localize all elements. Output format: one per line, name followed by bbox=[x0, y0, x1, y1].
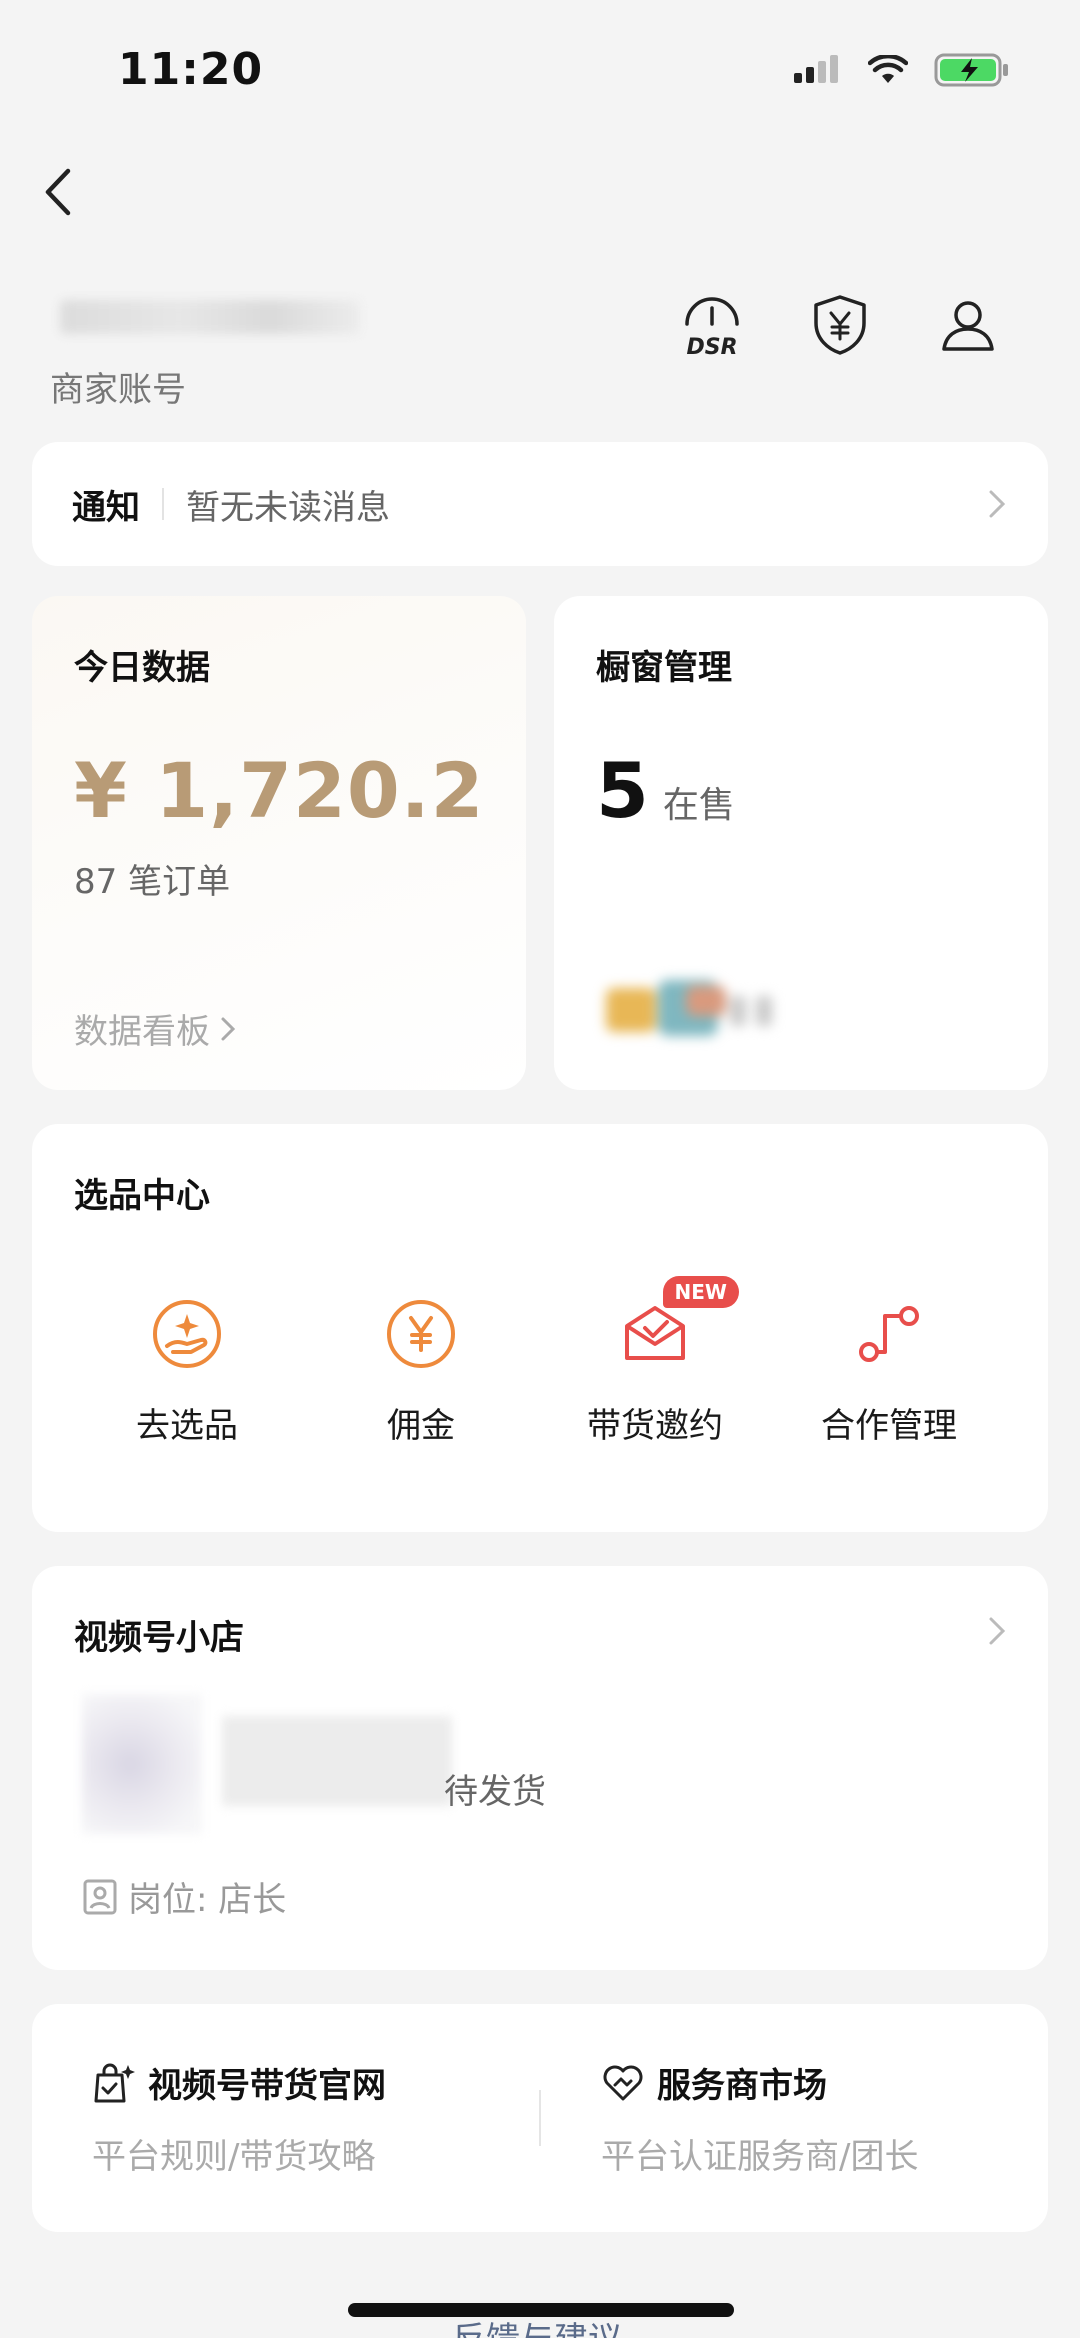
notice-divider bbox=[162, 488, 164, 520]
status-icons bbox=[792, 52, 1010, 88]
today-amount: ¥ 1,720.2 bbox=[74, 746, 485, 835]
links-card: 视频号带货官网 平台规则/带货攻略 服务商市场 平台认证服务商/团长 bbox=[32, 2004, 1048, 2232]
picker-item-commission[interactable]: 佣金 bbox=[304, 1294, 538, 1447]
official-site-title-row: 视频号带货官网 bbox=[92, 2058, 539, 2107]
dsr-button[interactable]: DSR bbox=[648, 285, 776, 365]
notice-card[interactable]: 通知 暂无未读消息 bbox=[32, 442, 1048, 566]
on-sale-stat: 5 在售 bbox=[596, 746, 735, 835]
envelope-check-icon: NEW bbox=[615, 1276, 739, 1374]
shop-role: 岗位: 店长 bbox=[82, 1872, 286, 1921]
showcase-title: 橱窗管理 bbox=[596, 648, 732, 688]
service-market-link[interactable]: 服务商市场 平台认证服务商/团长 bbox=[541, 2058, 1048, 2178]
picker-item-label: 去选品 bbox=[136, 1406, 238, 1446]
channels-shop-card[interactable]: 视频号小店 待发货 岗位: 店长 bbox=[32, 1566, 1048, 1970]
chevron-right-icon bbox=[989, 490, 1006, 518]
today-data-card[interactable]: 今日数据 ¥ 1,720.2 87 笔订单 数据看板 bbox=[32, 596, 526, 1090]
showcase-card[interactable]: 橱窗管理 5 在售 bbox=[554, 596, 1048, 1090]
picker-title: 选品中心 bbox=[74, 1176, 210, 1216]
notice-text: 暂无未读消息 bbox=[186, 487, 390, 528]
back-icon[interactable] bbox=[38, 165, 78, 219]
today-orders: 87 笔订单 bbox=[74, 862, 231, 902]
profile-button[interactable] bbox=[904, 285, 1032, 365]
home-indicator[interactable] bbox=[348, 2303, 734, 2317]
picker-items: 去选品 佣金 NEW 带货邀约 合作管理 bbox=[32, 1276, 1048, 1447]
picker-item-select-products[interactable]: 去选品 bbox=[70, 1294, 304, 1447]
shop-avatar-redacted bbox=[82, 1694, 202, 1834]
picker-item-label: 佣金 bbox=[387, 1406, 455, 1446]
on-sale-label: 在售 bbox=[662, 785, 735, 826]
shop-name-redacted bbox=[222, 1716, 452, 1806]
heart-handshake-icon bbox=[603, 2065, 643, 2100]
route-nodes-icon bbox=[849, 1294, 929, 1374]
official-site-subtitle: 平台规则/带货攻略 bbox=[92, 2137, 376, 2177]
chevron-right-icon bbox=[221, 1017, 236, 1040]
data-dashboard-link[interactable]: 数据看板 bbox=[74, 1004, 236, 1053]
status-bar: 11:20 bbox=[0, 0, 1080, 140]
shop-role-label: 岗位: 店长 bbox=[128, 1880, 287, 1920]
shop-title: 视频号小店 bbox=[74, 1618, 244, 1658]
notice-title: 通知 bbox=[72, 487, 140, 528]
account-type-label: 商家账号 bbox=[50, 370, 186, 410]
on-sale-count: 5 bbox=[596, 746, 649, 835]
svg-text:DSR: DSR bbox=[686, 335, 737, 360]
chevron-right-icon bbox=[989, 1617, 1006, 1645]
shield-yuan-icon bbox=[814, 295, 866, 355]
service-market-title: 服务商市场 bbox=[657, 2066, 827, 2106]
official-site-link[interactable]: 视频号带货官网 平台规则/带货攻略 bbox=[32, 2058, 539, 2178]
shield-yuan-button[interactable] bbox=[776, 285, 904, 365]
wifi-icon bbox=[868, 55, 908, 83]
product-picker-card: 选品中心 去选品 佣金 NEW 带货邀约 合作管理 bbox=[32, 1124, 1048, 1532]
service-market-title-row: 服务商市场 bbox=[601, 2058, 1048, 2107]
picker-item-label: 合作管理 bbox=[821, 1406, 957, 1446]
hand-star-icon bbox=[147, 1294, 227, 1374]
signal-icon bbox=[794, 55, 838, 83]
shopping-bag-check-icon bbox=[94, 2063, 135, 2102]
new-badge: NEW bbox=[662, 1276, 739, 1308]
picker-item-label: 带货邀约 bbox=[587, 1406, 723, 1446]
picker-item-cooperation[interactable]: 合作管理 bbox=[772, 1294, 1006, 1447]
official-site-title: 视频号带货官网 bbox=[148, 2066, 386, 2106]
yuan-coin-icon bbox=[381, 1294, 461, 1374]
header-icons: DSR bbox=[648, 285, 1032, 365]
product-thumbnails-redacted bbox=[606, 980, 772, 1036]
id-badge-icon bbox=[83, 1879, 117, 1914]
status-time: 11:20 bbox=[118, 44, 264, 95]
shop-pending-shipments: 待发货 bbox=[444, 1772, 546, 1812]
service-market-subtitle: 平台认证服务商/团长 bbox=[601, 2137, 919, 2177]
battery-icon bbox=[934, 53, 1008, 87]
account-name-redacted bbox=[60, 300, 360, 334]
picker-item-invitations[interactable]: NEW 带货邀约 bbox=[538, 1276, 772, 1447]
user-icon bbox=[942, 301, 994, 351]
today-data-title: 今日数据 bbox=[74, 648, 210, 688]
dsr-icon: DSR bbox=[685, 297, 739, 360]
data-dashboard-label: 数据看板 bbox=[74, 1012, 210, 1052]
